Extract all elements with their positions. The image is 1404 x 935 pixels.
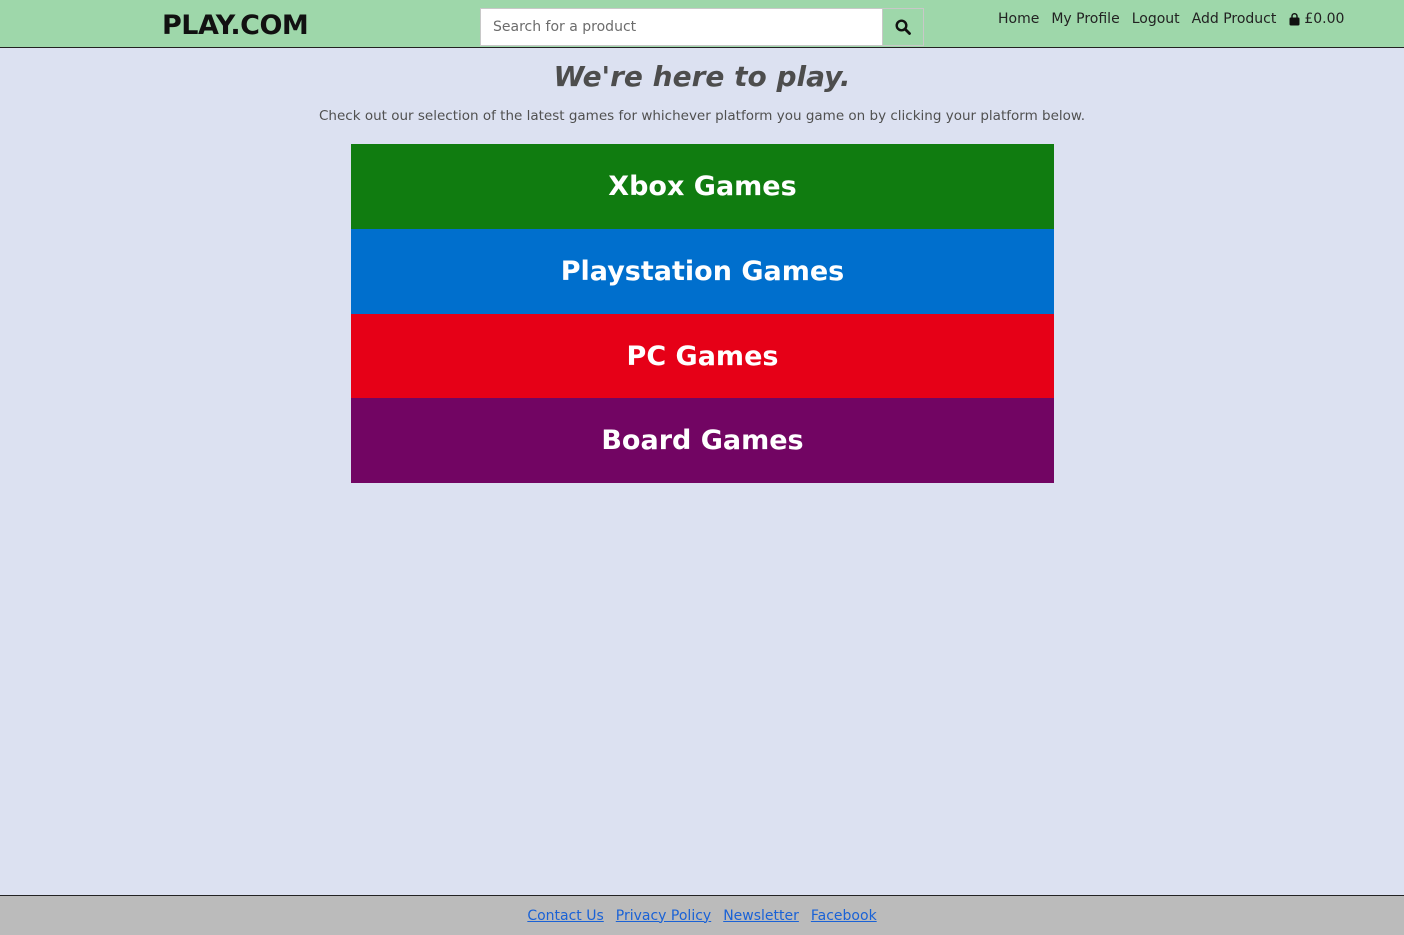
footer-privacy-policy[interactable]: Privacy Policy [616,908,711,924]
page-title: We're here to play. [553,60,851,93]
search-button[interactable] [883,8,924,46]
footer-contact-us[interactable]: Contact Us [527,908,603,924]
site-logo[interactable]: PLAY.COM [162,10,309,41]
main-nav: Home My Profile Logout Add Product £0.00 [998,11,1344,27]
search-input[interactable] [480,8,883,46]
nav-add-product[interactable]: Add Product [1192,11,1277,27]
platform-label: PC Games [626,340,779,372]
platform-label: Playstation Games [560,256,845,287]
nav-my-profile[interactable]: My Profile [1051,11,1119,27]
platform-pc-games[interactable]: PC Games [351,314,1054,398]
search-icon [895,19,911,35]
search-form [480,8,924,46]
site-footer: Contact Us Privacy Policy Newsletter Fac… [0,895,1404,935]
page-subtitle: Check out our selection of the latest ga… [319,108,1085,124]
footer-newsletter[interactable]: Newsletter [723,908,799,924]
nav-logout[interactable]: Logout [1132,11,1180,27]
site-header: PLAY.COM Home My Profile Logout Add Prod… [0,0,1404,48]
shopping-bag-icon [1289,12,1300,25]
platform-board-games[interactable]: Board Games [351,398,1054,483]
cart-link[interactable]: £0.00 [1288,11,1344,27]
platform-list: Xbox Games Playstation Games PC Games Bo… [351,144,1054,483]
platform-playstation-games[interactable]: Playstation Games [351,229,1054,314]
platform-xbox-games[interactable]: Xbox Games [351,144,1054,229]
nav-home[interactable]: Home [998,11,1039,27]
main-content: We're here to play. Check out our select… [0,48,1404,895]
cart-total: £0.00 [1304,11,1345,27]
footer-facebook[interactable]: Facebook [811,908,877,924]
platform-label: Xbox Games [608,171,797,202]
platform-label: Board Games [601,425,804,456]
